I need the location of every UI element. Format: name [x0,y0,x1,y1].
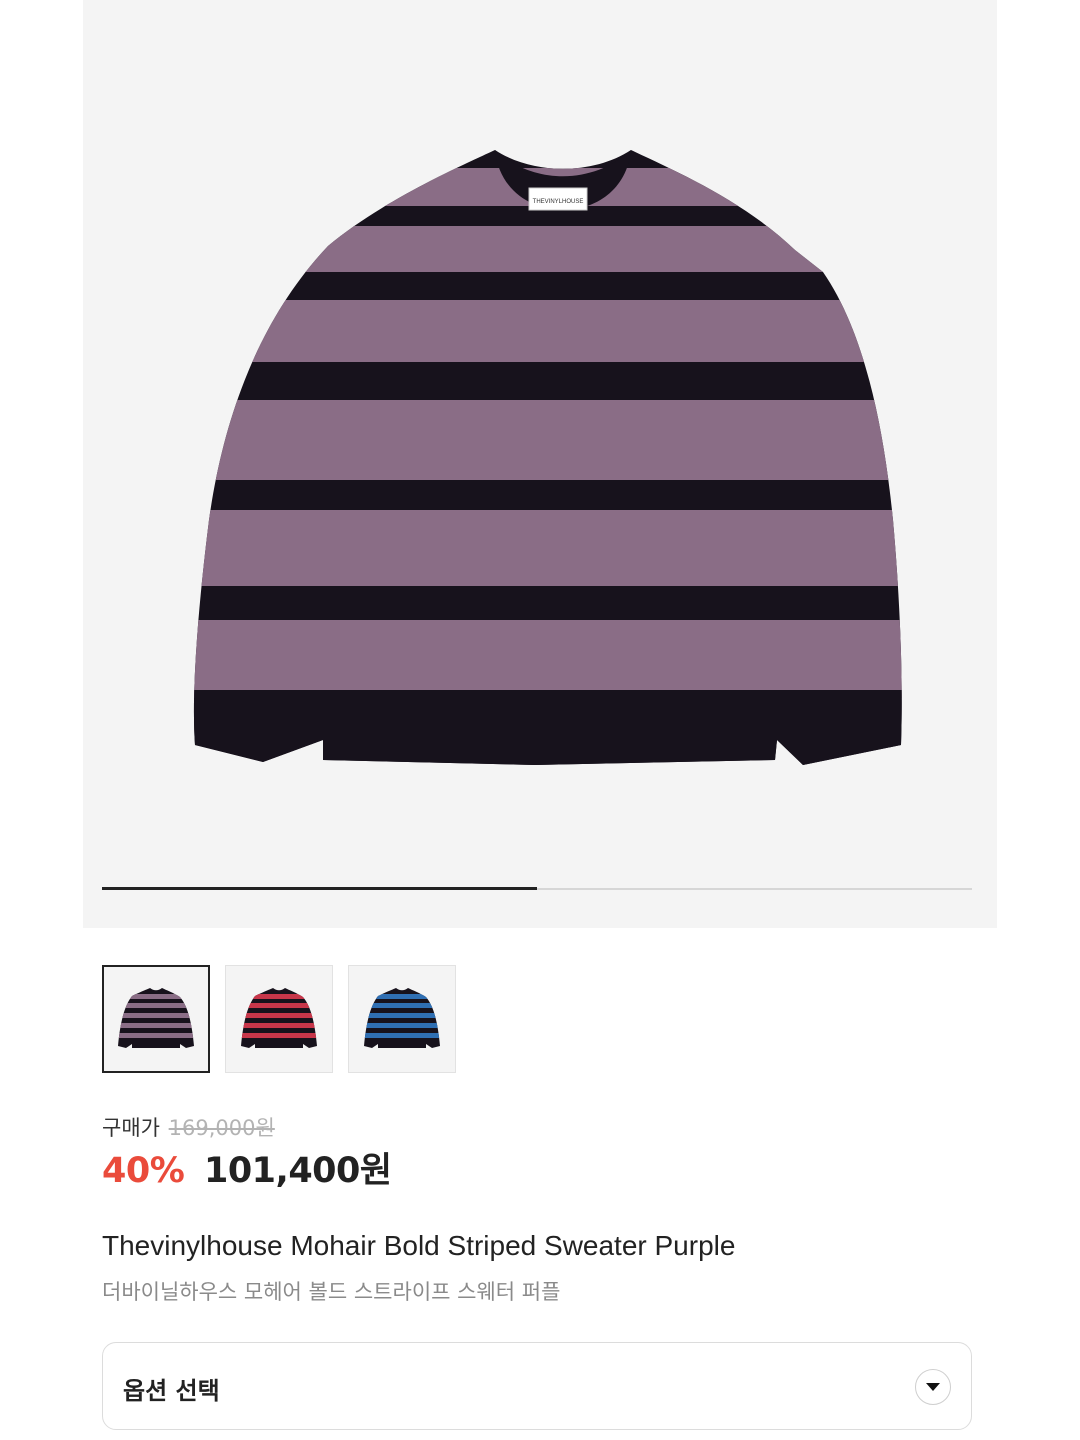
sale-price: 101,400원 [203,1151,392,1191]
thumbnail-list [102,965,456,1073]
sweater-thumb-icon [364,988,440,1048]
gallery-progress-fill [102,887,537,890]
discount-rate: 40% [102,1151,185,1191]
sale-price-row: 40% 101,400원 [102,1142,392,1193]
original-price: 169,000원 [168,1116,275,1140]
gallery-progress-bar [102,887,972,890]
label-tag: THEVINYLHOUSE [533,199,584,205]
product-main-image: THEVINYLHOUSE [193,150,902,765]
price-label-row: 구매가 169,000원 [102,1112,275,1142]
thumbnail-purple[interactable] [102,965,210,1073]
thumbnail-red[interactable] [225,965,333,1073]
sweater-thumb-icon [118,988,194,1048]
price-label: 구매가 [102,1116,160,1140]
sweater-thumb-icon [241,988,317,1048]
option-select-dropdown[interactable]: 옵션 선택 [102,1342,972,1430]
product-image-gallery[interactable]: THEVINYLHOUSE [83,0,997,928]
thumbnail-blue[interactable] [348,965,456,1073]
chevron-down-icon[interactable] [915,1369,951,1405]
product-title-ko: 더바이닐하우스 모헤어 볼드 스트라이프 스웨터 퍼플 [102,1280,561,1304]
option-select-label: 옵션 선택 [123,1377,220,1405]
product-title-en: Thevinylhouse Mohair Bold Striped Sweate… [102,1230,736,1261]
